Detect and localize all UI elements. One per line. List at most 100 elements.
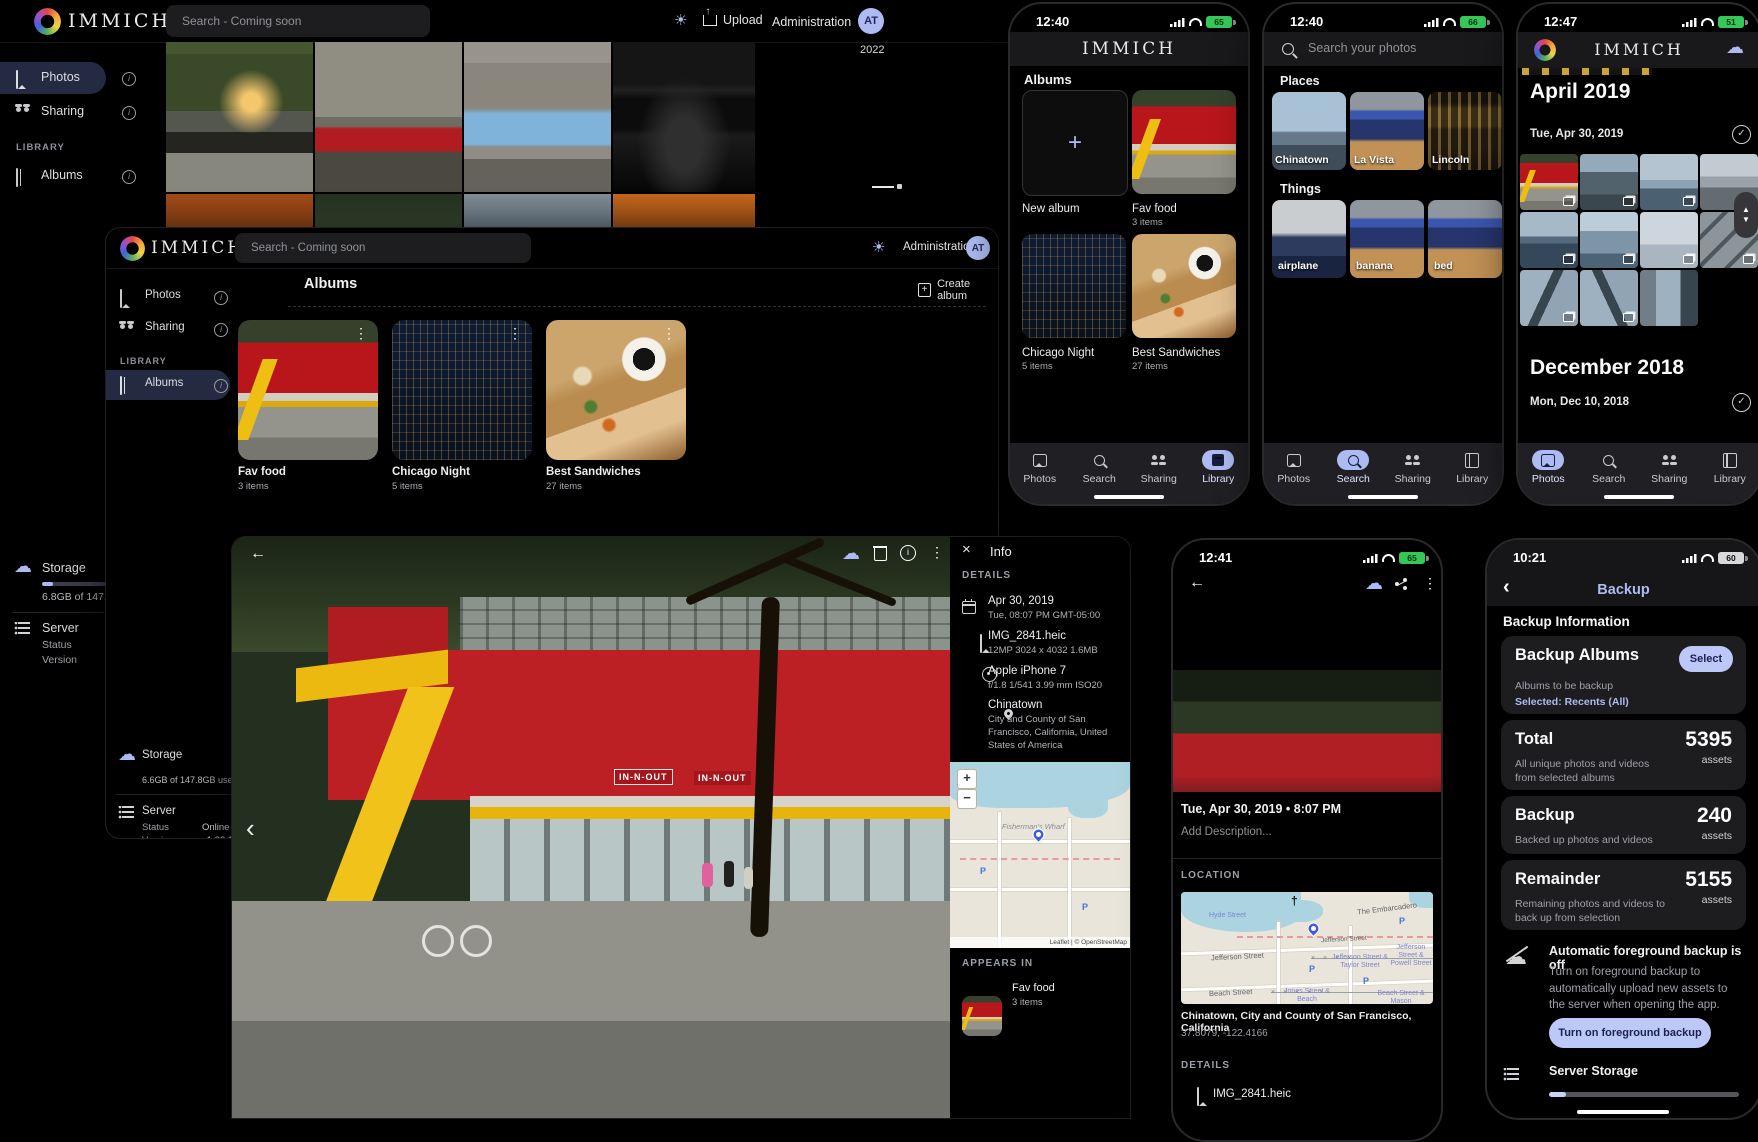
- photo-tile[interactable]: [1640, 270, 1698, 326]
- home-indicator[interactable]: [1577, 1110, 1669, 1114]
- back-icon[interactable]: ←: [1189, 574, 1205, 592]
- info-icon[interactable]: [122, 72, 136, 86]
- more-options-icon[interactable]: [1423, 578, 1437, 588]
- photo-thumbnail[interactable]: [613, 194, 755, 228]
- select-button[interactable]: Select: [1679, 646, 1733, 672]
- sidebar-item-sharing[interactable]: Sharing: [0, 96, 140, 128]
- album-card-fav-food[interactable]: [238, 320, 378, 460]
- tab-photos[interactable]: Photos: [1519, 450, 1577, 504]
- info-icon[interactable]: [122, 106, 136, 120]
- sidebar-item-albums[interactable]: Albums: [106, 370, 230, 400]
- info-icon[interactable]: [214, 291, 228, 305]
- photo-thumbnail[interactable]: [464, 194, 611, 228]
- search-bar[interactable]: Search your photos: [1264, 32, 1502, 66]
- photo-tile[interactable]: [1580, 212, 1638, 268]
- photo-thumbnail[interactable]: [464, 42, 611, 192]
- photo-thumbnail[interactable]: [613, 42, 755, 192]
- create-album-button[interactable]: + Create album: [918, 278, 998, 302]
- photo-tile[interactable]: [1520, 154, 1578, 210]
- administration-link[interactable]: Administration: [772, 15, 851, 29]
- avatar[interactable]: AT: [858, 8, 884, 34]
- download-cloud-icon[interactable]: [842, 543, 860, 564]
- upload-cloud-icon[interactable]: [1365, 573, 1383, 594]
- back-icon[interactable]: ←: [250, 545, 266, 563]
- trash-icon[interactable]: [874, 548, 887, 561]
- album-tile-chicago-night[interactable]: [1022, 234, 1126, 338]
- tab-library[interactable]: Library: [1701, 450, 1758, 504]
- photo-thumbnail[interactable]: [166, 42, 313, 192]
- home-indicator[interactable]: [1604, 495, 1674, 499]
- sidebar-item-sharing[interactable]: Sharing: [106, 314, 228, 344]
- album-card-chicago-night[interactable]: [392, 320, 532, 460]
- theme-toggle-icon[interactable]: [872, 238, 885, 257]
- appears-in-album-thumb[interactable]: [962, 996, 1002, 1036]
- map-zoom-out-button[interactable]: −: [957, 789, 977, 809]
- filmstrip-row: [1522, 68, 1652, 75]
- tab-photos[interactable]: Photos: [1265, 450, 1323, 504]
- photo-tile[interactable]: [1580, 154, 1638, 210]
- album-title[interactable]: Fav food: [1132, 203, 1177, 215]
- photo-thumbnail[interactable]: [166, 194, 313, 228]
- status-time: 12:41: [1199, 550, 1232, 565]
- tab-library[interactable]: Library: [1443, 450, 1501, 504]
- home-indicator[interactable]: [1094, 495, 1164, 499]
- home-indicator[interactable]: [1348, 495, 1418, 499]
- album-tile-best-sandwiches[interactable]: [1132, 234, 1236, 338]
- photo-tile[interactable]: [1520, 270, 1578, 326]
- album-tile-fav-food[interactable]: [1132, 90, 1236, 194]
- more-options-icon[interactable]: [930, 547, 944, 557]
- photo-thumbnail[interactable]: [315, 194, 462, 228]
- avatar[interactable]: AT: [966, 236, 990, 260]
- select-day-icon[interactable]: [1732, 125, 1751, 144]
- info-icon[interactable]: [214, 323, 228, 337]
- location-map[interactable]: † The Embarcadero Hyde Street ×××× ×××××…: [1181, 892, 1433, 1004]
- tab-library[interactable]: Library: [1189, 450, 1247, 504]
- select-day-icon[interactable]: [1732, 393, 1751, 412]
- immich-logo-icon[interactable]: [1534, 39, 1556, 61]
- tab-photos[interactable]: Photos: [1011, 450, 1069, 504]
- turn-on-foreground-backup-button[interactable]: Turn on foreground backup: [1549, 1018, 1711, 1048]
- info-icon[interactable]: [214, 379, 228, 393]
- photo-viewer[interactable]: IN-N-OUT IN-N-OUT ← ‹: [232, 537, 950, 1118]
- photo-preview[interactable]: [1173, 670, 1441, 792]
- timeline-scrubber[interactable]: ▲▼: [1734, 192, 1758, 238]
- appears-in-album-title[interactable]: Fav food: [1012, 982, 1055, 994]
- album-menu-icon[interactable]: [662, 328, 676, 338]
- close-icon[interactable]: ×: [962, 541, 971, 558]
- album-title[interactable]: Chicago Night: [1022, 347, 1094, 359]
- photo-tile[interactable]: [1520, 212, 1578, 268]
- status-icons: 60: [1682, 552, 1744, 564]
- location-map[interactable]: Fisherman's Wharf P P + − Leaflet | © Op…: [950, 762, 1130, 948]
- info-icon[interactable]: [900, 545, 916, 561]
- photo-tile[interactable]: [1640, 212, 1698, 268]
- timeline-scrubber-dot[interactable]: [897, 184, 902, 189]
- status-icons: 65: [1170, 16, 1232, 28]
- upload-button[interactable]: Upload: [703, 13, 763, 27]
- sidebar-item-photos[interactable]: Photos: [0, 62, 106, 94]
- album-title[interactable]: Best Sandwiches: [1132, 347, 1220, 359]
- photo-tile[interactable]: [1640, 154, 1698, 210]
- administration-link[interactable]: Administration: [903, 241, 976, 253]
- photo-thumbnail[interactable]: [315, 42, 462, 192]
- backup-cloud-icon[interactable]: [1726, 37, 1744, 58]
- album-card-best-sandwiches[interactable]: [546, 320, 686, 460]
- description-field[interactable]: Add Description...: [1181, 826, 1272, 838]
- search-input[interactable]: Search - Coming soon: [166, 5, 430, 37]
- server-version-label: Version: [142, 835, 174, 838]
- new-album-tile[interactable]: +: [1022, 90, 1128, 196]
- album-menu-icon[interactable]: [508, 328, 522, 338]
- album-menu-icon[interactable]: [354, 328, 368, 338]
- search-input[interactable]: Search - Coming soon: [235, 233, 531, 263]
- theme-toggle-icon[interactable]: [674, 11, 687, 30]
- photo-tile[interactable]: [1580, 270, 1638, 326]
- sidebar-item-photos[interactable]: Photos: [106, 282, 228, 312]
- album-title[interactable]: Chicago Night: [392, 466, 470, 478]
- album-title[interactable]: Best Sandwiches: [546, 466, 641, 478]
- info-icon[interactable]: [122, 170, 136, 184]
- sidebar-item-albums[interactable]: Albums: [0, 160, 140, 192]
- previous-photo-chevron[interactable]: ‹: [246, 813, 255, 844]
- share-icon[interactable]: [1395, 578, 1407, 590]
- map-zoom-in-button[interactable]: +: [957, 769, 977, 789]
- timeline-scrubber[interactable]: [872, 186, 894, 188]
- album-title[interactable]: Fav food: [238, 466, 286, 478]
